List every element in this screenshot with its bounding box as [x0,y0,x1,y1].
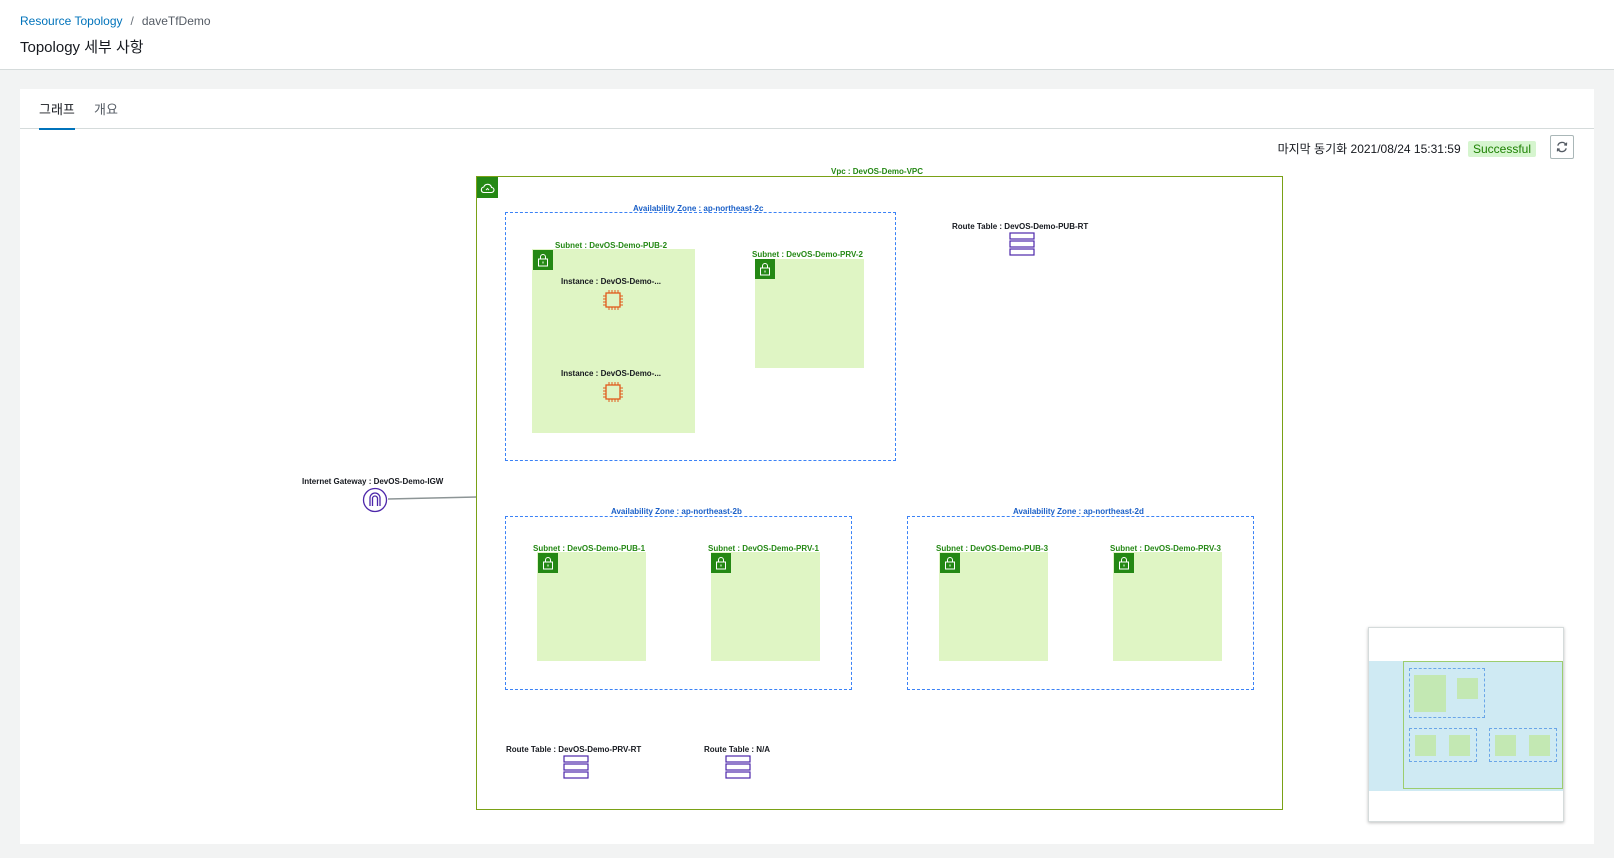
route-table-icon[interactable] [1009,232,1035,258]
subnet-lock-icon [538,553,558,573]
minimap-subnet [1449,735,1470,756]
instance-2-label: Instance : DevOS-Demo-... [561,369,662,378]
breadcrumb-separator: / [130,14,134,28]
cloud-icon [477,177,498,198]
route-table-na-label: Route Table : N/A [704,745,771,754]
page-title: Topology 세부 사항 [20,39,144,56]
minimap-subnet [1457,678,1478,699]
minimap-subnet [1529,735,1550,756]
igw-label: Internet Gateway : DevOS-Demo-IGW [302,477,444,486]
subnet-prv-2-label: Subnet : DevOS-Demo-PRV-2 [752,250,863,259]
minimap[interactable] [1368,627,1564,822]
minimap-subnet [1414,675,1446,712]
ec2-instance-icon[interactable] [601,288,625,312]
subnet-lock-icon [755,259,775,279]
route-table-icon[interactable] [725,755,751,781]
breadcrumb-current: daveTfDemo [141,14,211,28]
subnet-lock-icon [533,250,553,270]
page-header: Resource Topology / daveTfDemo Topology 세부… [0,0,1614,70]
breadcrumb-resource-topology-link[interactable]: Resource Topology [20,14,123,28]
route-table-icon[interactable] [563,755,589,781]
ec2-instance-icon[interactable] [601,380,625,404]
subnet-lock-icon [940,553,960,573]
minimap-subnet [1415,735,1436,756]
internet-gateway-icon[interactable] [362,487,388,513]
az-2d-label: Availability Zone : ap-northeast-2d [1013,507,1144,516]
topology-graph[interactable]: Internet Gateway : DevOS-Demo-IGW Vpc : … [20,89,1594,844]
route-table-prv-label: Route Table : DevOS-Demo-PRV-RT [506,745,642,754]
subnet-lock-icon [711,553,731,573]
vpc-label: Vpc : DevOS-Demo-VPC [831,167,924,176]
minimap-subnet [1495,735,1516,756]
breadcrumb: Resource Topology / daveTfDemo [20,14,211,28]
route-table-pub-label: Route Table : DevOS-Demo-PUB-RT [952,222,1089,231]
subnet-lock-icon [1114,553,1134,573]
instance-1-label: Instance : DevOS-Demo-... [561,277,662,286]
topology-panel: 그래프 개요 마지막 동기화 2021/08/24 15:31:59 Succe… [20,89,1594,844]
az-2b-label: Availability Zone : ap-northeast-2b [611,507,742,516]
